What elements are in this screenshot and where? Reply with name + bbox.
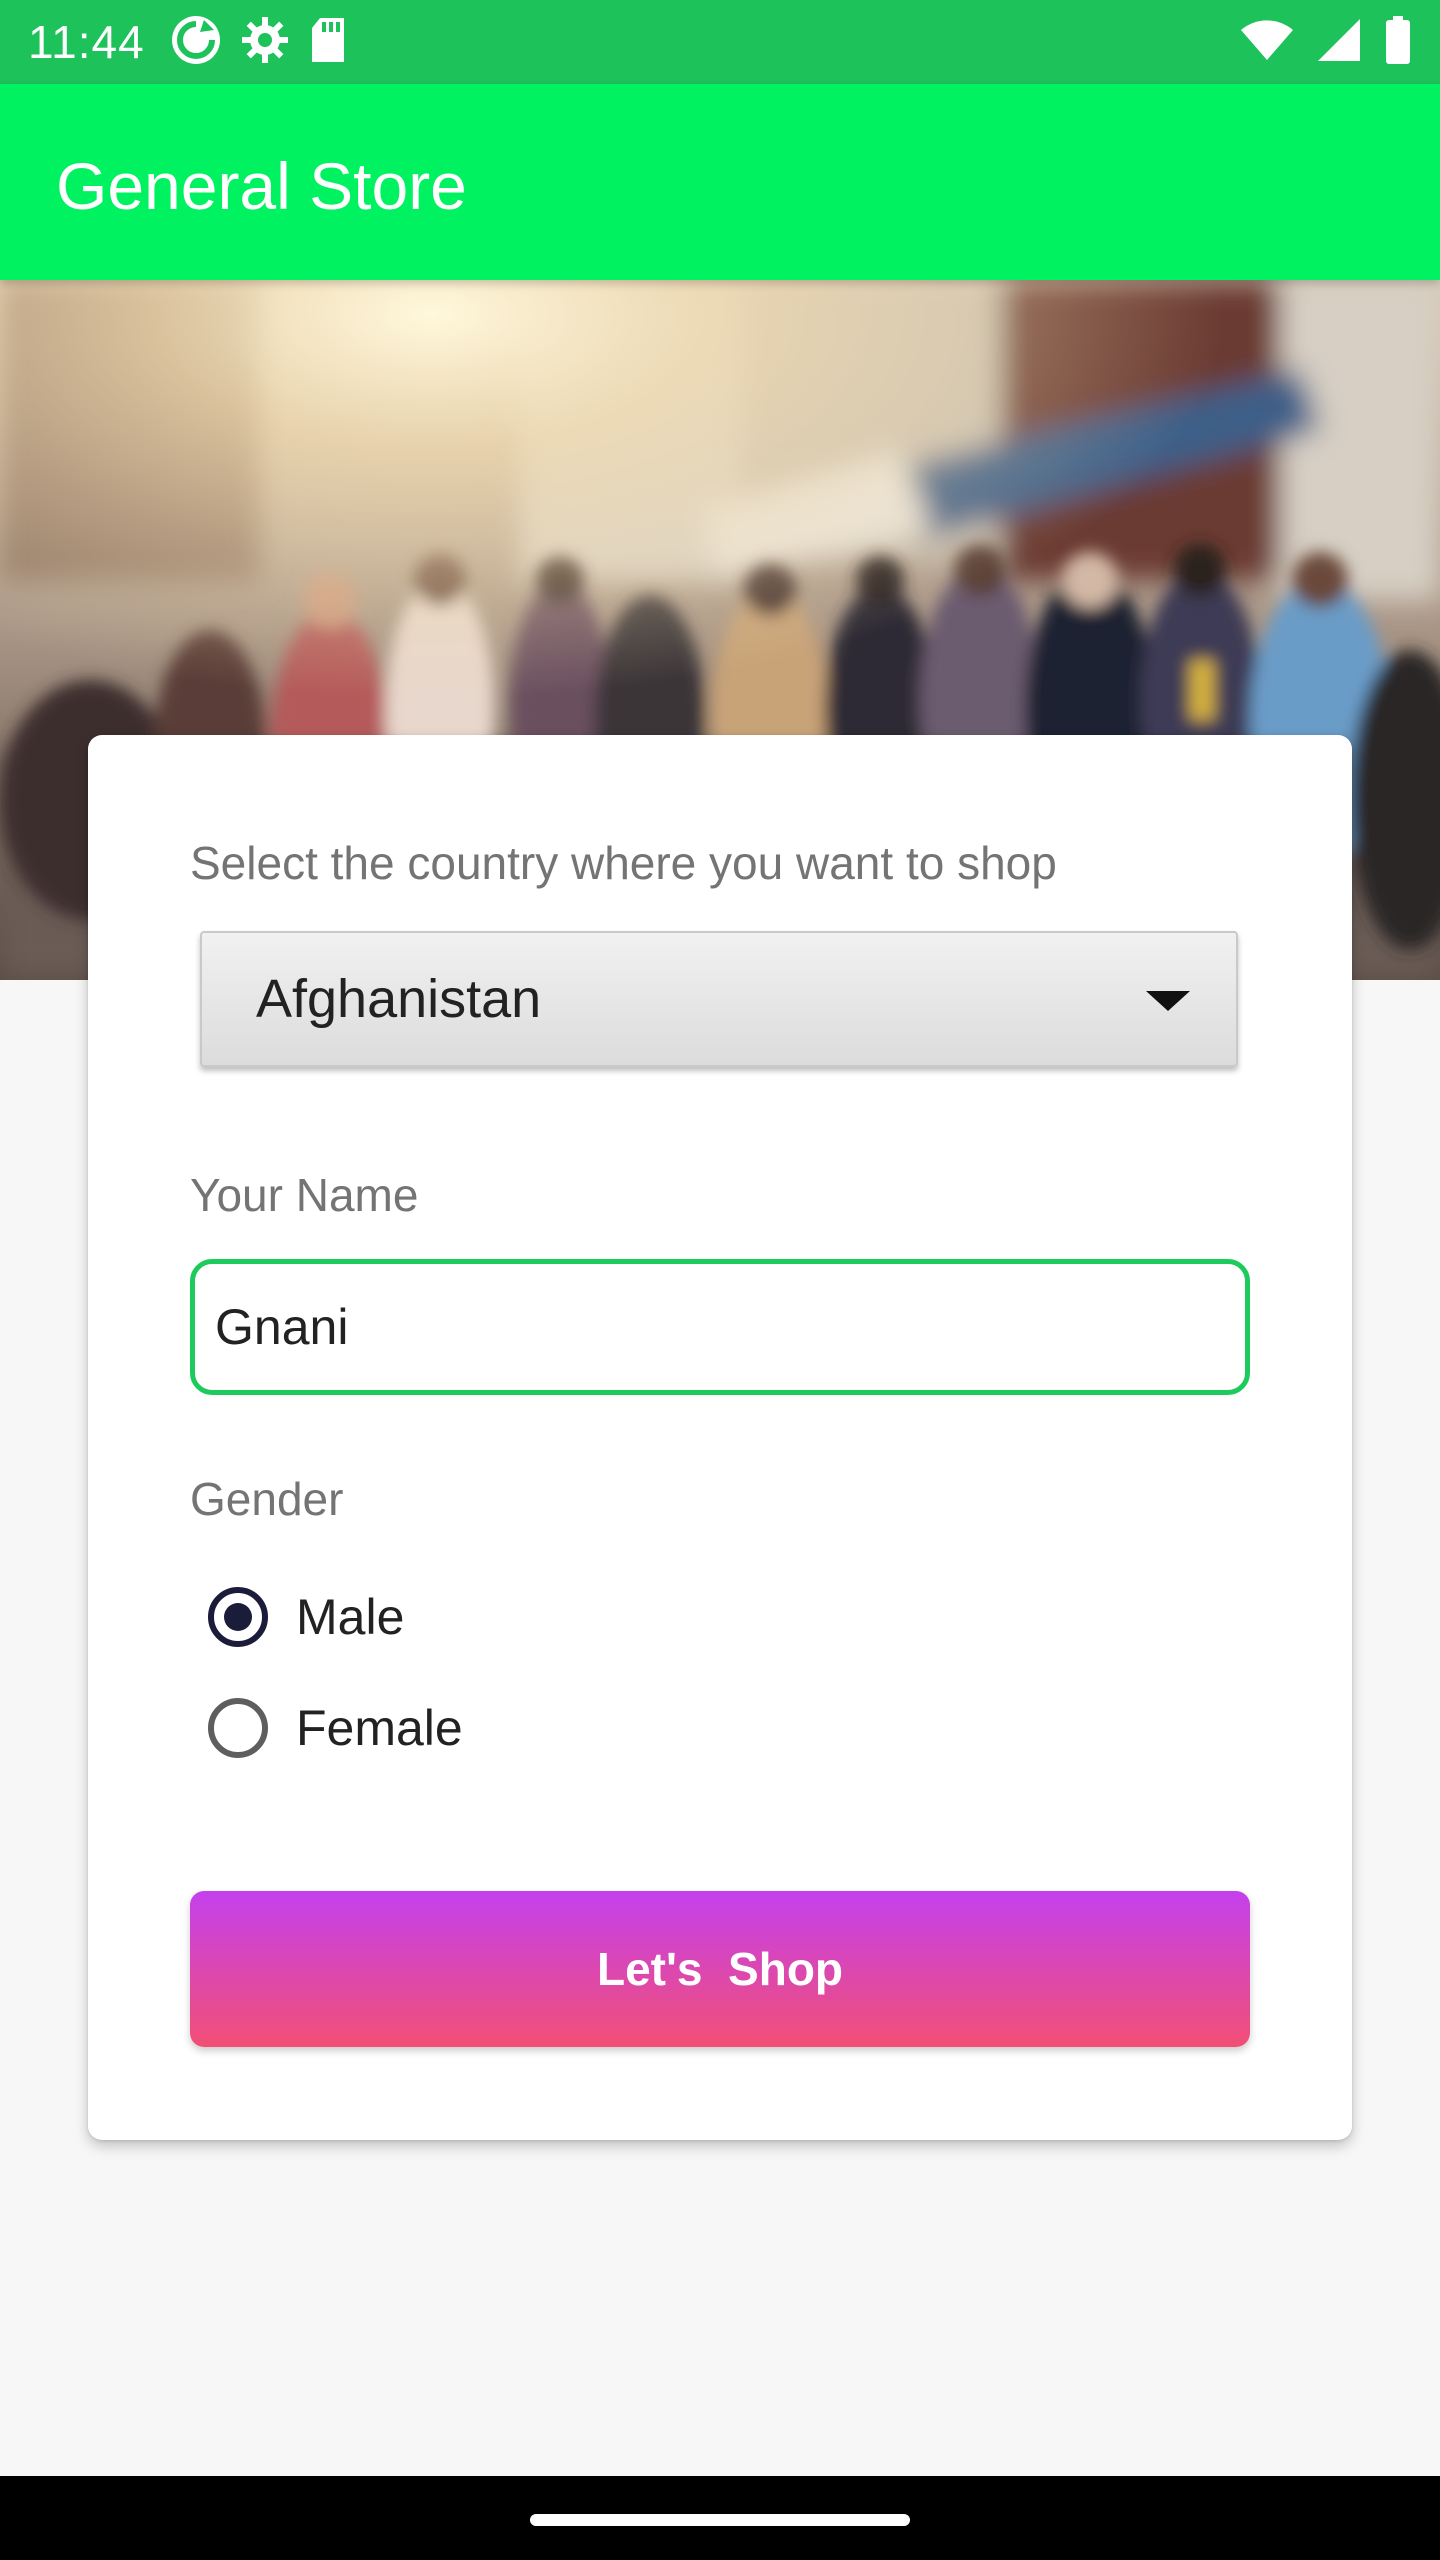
name-input[interactable] xyxy=(190,1259,1250,1395)
radio-checked-icon[interactable] xyxy=(208,1587,268,1647)
lets-shop-button[interactable]: Let's Shop xyxy=(190,1891,1250,2047)
country-label: Select the country where you want to sho… xyxy=(190,837,1057,889)
status-bar: 11:44 xyxy=(0,0,1440,84)
radio-male[interactable]: Male xyxy=(208,1577,404,1657)
dropdown-arrow-icon xyxy=(1146,991,1190,1011)
status-icons-left xyxy=(170,14,348,71)
country-select[interactable]: Afghanistan xyxy=(200,931,1238,1067)
country-selected-value: Afghanistan xyxy=(256,969,542,1029)
radio-female[interactable]: Female xyxy=(208,1688,463,1768)
gear-icon xyxy=(240,15,290,70)
battery-icon xyxy=(1384,15,1412,69)
radio-male-label[interactable]: Male xyxy=(296,1587,404,1647)
sd-card-icon xyxy=(308,16,348,69)
screen: 11:44 General Store Select the country w… xyxy=(0,0,1440,2560)
app-bar: General Store xyxy=(0,84,1440,280)
name-label: Your Name xyxy=(190,1169,419,1221)
home-gesture-handle[interactable] xyxy=(530,2514,910,2526)
signal-icon xyxy=(1316,17,1362,68)
gender-label: Gender xyxy=(190,1473,344,1525)
sync-icon xyxy=(170,14,222,71)
wifi-icon xyxy=(1240,18,1294,67)
radio-female-label[interactable]: Female xyxy=(296,1698,463,1758)
app-title: General Store xyxy=(56,149,467,223)
navigation-bar xyxy=(0,2476,1440,2560)
radio-unchecked-icon[interactable] xyxy=(208,1698,268,1758)
form-card: Select the country where you want to sho… xyxy=(88,735,1352,2140)
status-time: 11:44 xyxy=(28,16,145,68)
status-icons-right xyxy=(1240,15,1412,69)
